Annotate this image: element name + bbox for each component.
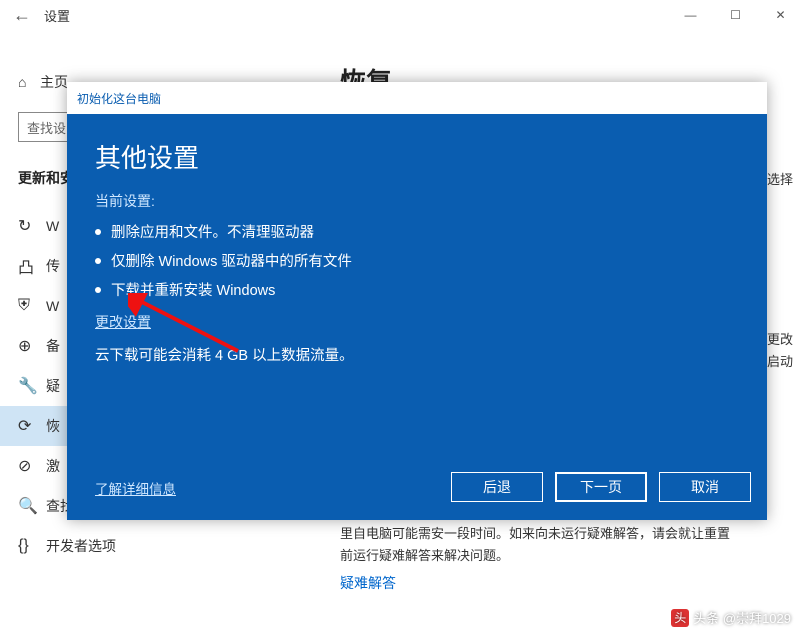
reset-note: 里自电脑可能需安一段时间。如来向未运行疑难解答，请会就让重置 [340,523,793,545]
maximize-button[interactable]: ☐ [713,0,758,30]
watermark: 头 头条 @崇拜1029 [671,608,791,627]
dialog-window-title: 初始化这台电脑 [67,82,767,114]
recovery-icon: ⟳ [18,416,46,436]
dialog-body: 其他设置 当前设置: 删除应用和文件。不清理驱动器 仅删除 Windows 驱动… [67,114,767,520]
learn-more-link[interactable]: 了解详细信息 [95,478,176,498]
watermark-logo-icon: 头 [671,609,689,627]
sidebar-item-label: 开发者选项 [46,536,116,556]
sidebar-item-label: 恢 [46,416,60,436]
delivery-icon: 凸 [18,254,46,278]
home-icon: ⌂ [18,74,40,90]
sidebar-item-developer[interactable]: {} 开发者选项 [18,526,330,566]
sync-icon: ↻ [18,216,46,236]
watermark-text: 头条 @崇拜1029 [693,608,791,627]
bullet-item: 删除应用和文件。不清理驱动器 [95,221,739,242]
next-button[interactable]: 下一页 [555,472,647,502]
minimize-button[interactable]: — [668,0,713,30]
back-button[interactable]: 后退 [451,472,543,502]
bullet-text: 仅删除 Windows 驱动器中的所有文件 [111,250,352,271]
bullet-item: 下载并重新安装 Windows [95,279,739,300]
search-placeholder: 查找设 [27,118,66,137]
sidebar-item-label: 激 [46,456,60,476]
reset-dialog: 初始化这台电脑 其他设置 当前设置: 删除应用和文件。不清理驱动器 仅删除 Wi… [67,82,767,520]
back-button[interactable]: ← [0,5,44,26]
sidebar-item-label: 主页 [40,72,68,92]
bullet-item: 仅删除 Windows 驱动器中的所有文件 [95,250,739,271]
activation-icon: ⊘ [18,456,46,476]
shield-icon: ⛨ [18,297,46,315]
sidebar-item-label: W [46,298,59,314]
change-settings-link[interactable]: 更改设置 [95,312,151,332]
backup-icon: ⊕ [18,336,46,356]
close-button[interactable]: ✕ [758,0,803,30]
sidebar-item-label: 疑 [46,376,60,396]
dialog-heading: 其他设置 [95,138,739,175]
troubleshoot-link[interactable]: 疑难解答 [340,573,396,593]
reset-note: 前运行疑难解答来解决问题。 [340,545,793,567]
wrench-icon: 🔧 [18,376,46,396]
search-icon: 🔍 [18,496,46,516]
bullet-text: 删除应用和文件。不清理驱动器 [111,221,314,242]
bullet-icon [95,287,101,293]
sidebar-item-label: W [46,218,59,234]
current-settings-label: 当前设置: [95,191,739,211]
bullet-text: 下载并重新安装 Windows [111,279,275,300]
sidebar-item-label: 传 [46,256,60,276]
dev-icon: {} [18,537,46,555]
cloud-download-note: 云下载可能会消耗 4 GB 以上数据流量。 [95,344,739,365]
bullet-icon [95,229,101,235]
settings-title: 设置 [44,6,70,25]
titlebar: ← 设置 — ☐ ✕ [0,0,803,30]
cancel-button[interactable]: 取消 [659,472,751,502]
sidebar-item-label: 备 [46,336,60,356]
bullet-icon [95,258,101,264]
